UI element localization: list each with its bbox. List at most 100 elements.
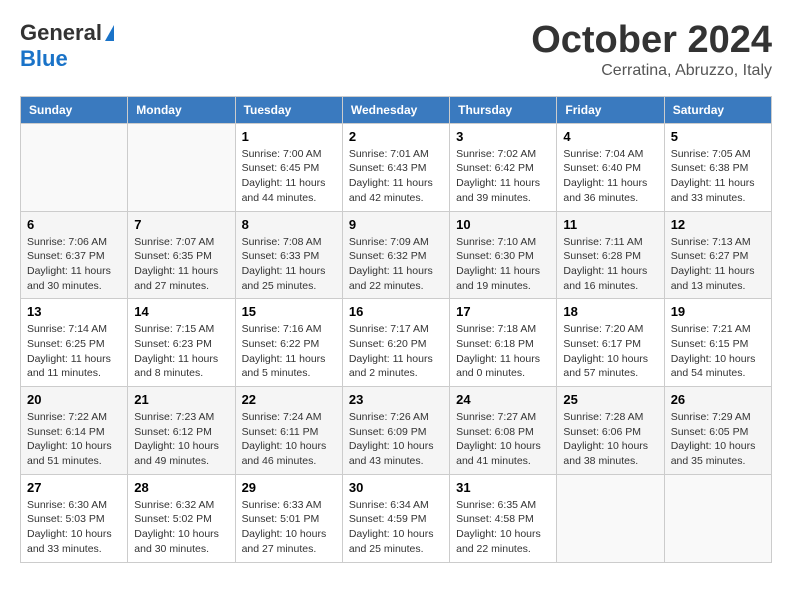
weekday-header-tuesday: Tuesday [235, 96, 342, 123]
calendar-cell: 19 Sunrise: 7:21 AMSunset: 6:15 PMDayligh… [664, 299, 771, 387]
day-detail: Sunrise: 6:35 AMSunset: 4:58 PMDaylight:… [456, 498, 550, 557]
day-detail: Sunrise: 7:04 AMSunset: 6:40 PMDaylight:… [563, 147, 657, 206]
calendar-cell: 11 Sunrise: 7:11 AMSunset: 6:28 PMDayligh… [557, 211, 664, 299]
day-number: 21 [134, 392, 228, 407]
day-number: 13 [27, 304, 121, 319]
day-detail: Sunrise: 6:33 AMSunset: 5:01 PMDaylight:… [242, 498, 336, 557]
calendar-cell: 10 Sunrise: 7:10 AMSunset: 6:30 PMDayligh… [450, 211, 557, 299]
calendar-week-3: 13Sunrise: 7:14 AMSunset: 6:25 PMDayligh… [21, 299, 772, 387]
calendar-cell: 16Sunrise: 7:17 AMSunset: 6:20 PMDayligh… [342, 299, 449, 387]
calendar-cell [664, 474, 771, 562]
calendar-cell: 22 Sunrise: 7:24 AMSunset: 6:11 PMDayligh… [235, 387, 342, 475]
day-number: 18 [563, 304, 657, 319]
day-detail: Sunrise: 7:07 AMSunset: 6:35 PMDaylight:… [134, 235, 228, 294]
day-number: 20 [27, 392, 121, 407]
calendar-cell: 6 Sunrise: 7:06 AMSunset: 6:37 PMDaylight… [21, 211, 128, 299]
day-detail: Sunrise: 6:34 AMSunset: 4:59 PMDaylight:… [349, 498, 443, 557]
calendar-cell [128, 123, 235, 211]
day-number: 22 [242, 392, 336, 407]
day-detail: Sunrise: 7:09 AMSunset: 6:32 PMDaylight:… [349, 235, 443, 294]
weekday-header-sunday: Sunday [21, 96, 128, 123]
calendar-cell: 1Sunrise: 7:00 AMSunset: 6:45 PMDaylight… [235, 123, 342, 211]
calendar-cell: 5 Sunrise: 7:05 AMSunset: 6:38 PMDaylight… [664, 123, 771, 211]
weekday-header-monday: Monday [128, 96, 235, 123]
day-number: 3 [456, 129, 550, 144]
day-number: 7 [134, 217, 228, 232]
day-detail: Sunrise: 7:06 AMSunset: 6:37 PMDaylight:… [27, 235, 121, 294]
day-detail: Sunrise: 7:10 AMSunset: 6:30 PMDaylight:… [456, 235, 550, 294]
calendar-cell: 30 Sunrise: 6:34 AMSunset: 4:59 PMDayligh… [342, 474, 449, 562]
day-number: 15 [242, 304, 336, 319]
calendar-cell: 8 Sunrise: 7:08 AMSunset: 6:33 PMDaylight… [235, 211, 342, 299]
calendar-week-1: 1Sunrise: 7:00 AMSunset: 6:45 PMDaylight… [21, 123, 772, 211]
day-number: 12 [671, 217, 765, 232]
day-number: 4 [563, 129, 657, 144]
calendar-cell: 13Sunrise: 7:14 AMSunset: 6:25 PMDayligh… [21, 299, 128, 387]
calendar-cell: 12 Sunrise: 7:13 AMSunset: 6:27 PMDayligh… [664, 211, 771, 299]
day-detail: Sunrise: 7:17 AMSunset: 6:20 PMDaylight:… [349, 322, 443, 381]
month-title: October 2024 [531, 20, 772, 62]
calendar-cell: 15Sunrise: 7:16 AMSunset: 6:22 PMDayligh… [235, 299, 342, 387]
calendar-cell: 24Sunrise: 7:27 AMSunset: 6:08 PMDayligh… [450, 387, 557, 475]
calendar-cell: 7 Sunrise: 7:07 AMSunset: 6:35 PMDaylight… [128, 211, 235, 299]
calendar-cell: 14 Sunrise: 7:15 AMSunset: 6:23 PMDayligh… [128, 299, 235, 387]
day-detail: Sunrise: 7:13 AMSunset: 6:27 PMDaylight:… [671, 235, 765, 294]
calendar-cell: 18 Sunrise: 7:20 AMSunset: 6:17 PMDayligh… [557, 299, 664, 387]
calendar-cell: 3 Sunrise: 7:02 AMSunset: 6:42 PMDaylight… [450, 123, 557, 211]
weekday-header-saturday: Saturday [664, 96, 771, 123]
day-detail: Sunrise: 7:29 AMSunset: 6:05 PMDaylight:… [671, 410, 765, 469]
day-detail: Sunrise: 7:24 AMSunset: 6:11 PMDaylight:… [242, 410, 336, 469]
day-detail: Sunrise: 6:32 AMSunset: 5:02 PMDaylight:… [134, 498, 228, 557]
calendar-cell: 28 Sunrise: 6:32 AMSunset: 5:02 PMDayligh… [128, 474, 235, 562]
calendar-table: SundayMondayTuesdayWednesdayThursdayFrid… [20, 96, 772, 563]
calendar-cell: 4 Sunrise: 7:04 AMSunset: 6:40 PMDaylight… [557, 123, 664, 211]
calendar-body: 1Sunrise: 7:00 AMSunset: 6:45 PMDaylight… [21, 123, 772, 562]
day-number: 11 [563, 217, 657, 232]
day-detail: Sunrise: 7:23 AMSunset: 6:12 PMDaylight:… [134, 410, 228, 469]
calendar-cell: 2 Sunrise: 7:01 AMSunset: 6:43 PMDaylight… [342, 123, 449, 211]
day-detail: Sunrise: 7:15 AMSunset: 6:23 PMDaylight:… [134, 322, 228, 381]
day-number: 31 [456, 480, 550, 495]
day-number: 30 [349, 480, 443, 495]
day-number: 23 [349, 392, 443, 407]
weekday-header-thursday: Thursday [450, 96, 557, 123]
day-number: 10 [456, 217, 550, 232]
day-detail: Sunrise: 7:08 AMSunset: 6:33 PMDaylight:… [242, 235, 336, 294]
day-number: 14 [134, 304, 228, 319]
day-detail: Sunrise: 7:20 AMSunset: 6:17 PMDaylight:… [563, 322, 657, 381]
day-number: 24 [456, 392, 550, 407]
day-detail: Sunrise: 7:02 AMSunset: 6:42 PMDaylight:… [456, 147, 550, 206]
day-number: 5 [671, 129, 765, 144]
day-detail: Sunrise: 7:26 AMSunset: 6:09 PMDaylight:… [349, 410, 443, 469]
day-number: 8 [242, 217, 336, 232]
day-detail: Sunrise: 7:01 AMSunset: 6:43 PMDaylight:… [349, 147, 443, 206]
calendar-week-4: 20 Sunrise: 7:22 AMSunset: 6:14 PMDayligh… [21, 387, 772, 475]
day-detail: Sunrise: 7:22 AMSunset: 6:14 PMDaylight:… [27, 410, 121, 469]
calendar-cell: 27Sunrise: 6:30 AMSunset: 5:03 PMDayligh… [21, 474, 128, 562]
day-detail: Sunrise: 7:21 AMSunset: 6:15 PMDaylight:… [671, 322, 765, 381]
day-number: 17 [456, 304, 550, 319]
weekday-header-wednesday: Wednesday [342, 96, 449, 123]
page-header: General Blue October 2024 Cerratina, Abr… [20, 20, 772, 80]
title-block: October 2024 Cerratina, Abruzzo, Italy [531, 20, 772, 80]
calendar-cell: 21 Sunrise: 7:23 AMSunset: 6:12 PMDayligh… [128, 387, 235, 475]
calendar-cell: 23 Sunrise: 7:26 AMSunset: 6:09 PMDayligh… [342, 387, 449, 475]
day-number: 27 [27, 480, 121, 495]
day-detail: Sunrise: 7:11 AMSunset: 6:28 PMDaylight:… [563, 235, 657, 294]
day-number: 28 [134, 480, 228, 495]
calendar-header-row: SundayMondayTuesdayWednesdayThursdayFrid… [21, 96, 772, 123]
day-detail: Sunrise: 7:00 AMSunset: 6:45 PMDaylight:… [242, 147, 336, 206]
day-number: 9 [349, 217, 443, 232]
day-number: 29 [242, 480, 336, 495]
logo-arrow-icon [105, 25, 114, 41]
calendar-cell: 29 Sunrise: 6:33 AMSunset: 5:01 PMDayligh… [235, 474, 342, 562]
calendar-cell [557, 474, 664, 562]
logo-blue-text: Blue [20, 46, 68, 72]
day-number: 19 [671, 304, 765, 319]
calendar-cell: 20 Sunrise: 7:22 AMSunset: 6:14 PMDayligh… [21, 387, 128, 475]
calendar-cell: 17Sunrise: 7:18 AMSunset: 6:18 PMDayligh… [450, 299, 557, 387]
day-number: 6 [27, 217, 121, 232]
day-number: 2 [349, 129, 443, 144]
day-detail: Sunrise: 7:28 AMSunset: 6:06 PMDaylight:… [563, 410, 657, 469]
day-detail: Sunrise: 7:05 AMSunset: 6:38 PMDaylight:… [671, 147, 765, 206]
